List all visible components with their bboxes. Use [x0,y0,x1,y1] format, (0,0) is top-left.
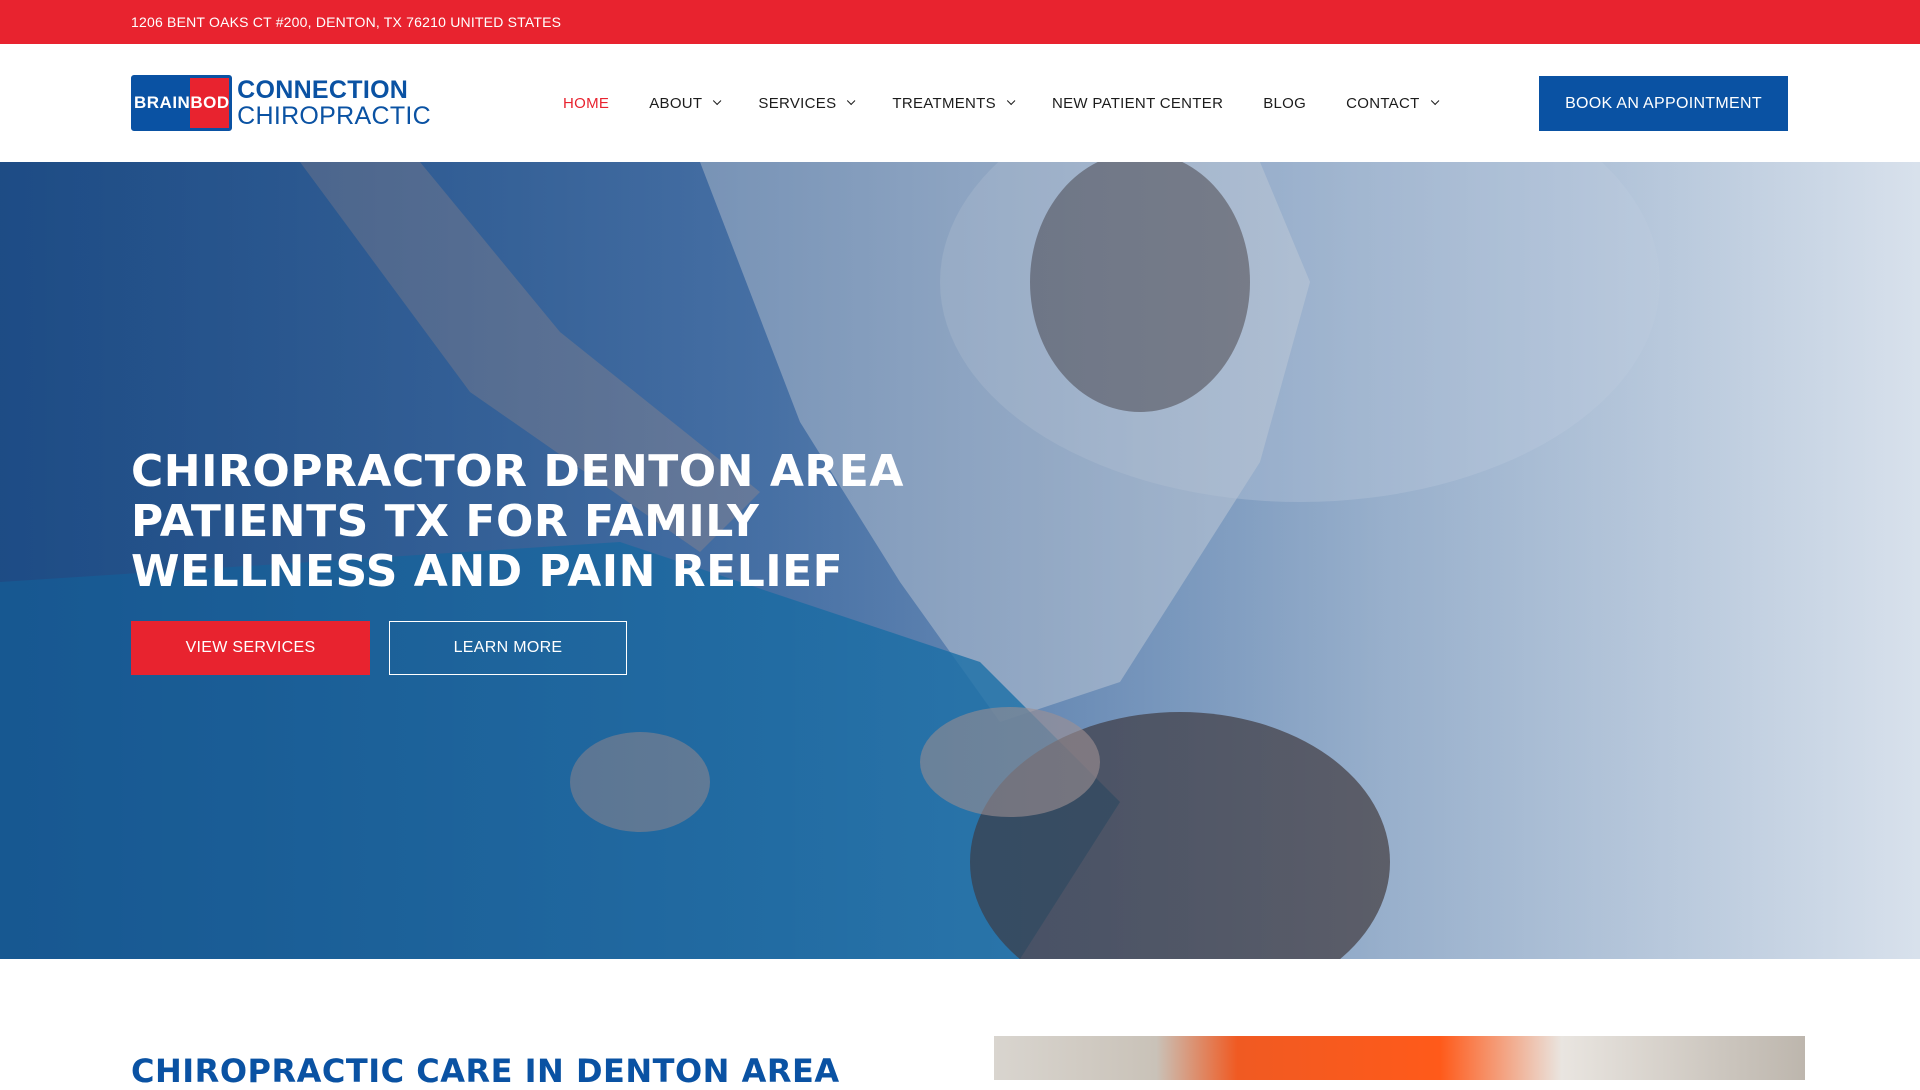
chevron-down-icon [847,96,856,106]
chevron-down-icon [1006,96,1016,106]
main-nav: HOME ABOUT SERVICES TREATMENTS NEW PATIE… [543,44,1456,162]
logo-body-text: BODY [190,78,230,128]
nav-item-services[interactable]: SERVICES [738,95,872,112]
nav-label: CONTACT [1346,94,1420,112]
nav-label: NEW PATIENT CENTER [1051,94,1224,112]
site-header: BRAIN BODY CONNECTION CHIROPRACTIC HOME … [0,44,1920,162]
view-services-button[interactable]: VIEW SERVICES [131,621,370,675]
nav-item-treatments[interactable]: TREATMENTS [872,95,1032,112]
chevron-down-icon [713,96,722,106]
nav-item-about[interactable]: ABOUT [629,95,738,112]
site-logo[interactable]: BRAIN BODY CONNECTION CHIROPRACTIC [131,75,431,131]
nav-label: SERVICES [758,94,837,112]
logo-line-chiropractic: CHIROPRACTIC [237,101,431,130]
logo-badge: BRAIN BODY [131,75,233,131]
hero-headline: CHIROPRACTOR DENTON AREA PATIENTS TX FOR… [131,446,904,597]
hero-section: CHIROPRACTOR DENTON AREA PATIENTS TX FOR… [0,162,1920,959]
nav-item-contact[interactable]: CONTACT [1326,95,1455,112]
book-appointment-button[interactable]: BOOK AN APPOINTMENT [1539,76,1788,131]
learn-more-button[interactable]: LEARN MORE [389,621,627,675]
nav-item-home[interactable]: HOME [543,95,629,112]
chevron-down-icon [1430,96,1439,106]
address-text: 1206 BENT OAKS CT #200, DENTON, TX 76210… [131,14,562,30]
nav-item-blog[interactable]: BLOG [1243,95,1326,112]
section-title: CHIROPRACTIC CARE IN DENTON AREA [131,1052,840,1090]
nav-label: ABOUT [649,94,703,112]
nav-label: BLOG [1263,94,1307,112]
section-image [994,1036,1805,1080]
top-bar: 1206 BENT OAKS CT #200, DENTON, TX 76210… [0,0,1920,44]
nav-label: HOME [563,94,610,112]
nav-item-new-patient-center[interactable]: NEW PATIENT CENTER [1032,95,1243,112]
logo-wordmark: CONNECTION CHIROPRACTIC [237,75,431,130]
logo-brain-text: BRAIN [134,78,191,128]
nav-label: TREATMENTS [892,94,996,112]
logo-line-connection: CONNECTION [237,75,409,104]
